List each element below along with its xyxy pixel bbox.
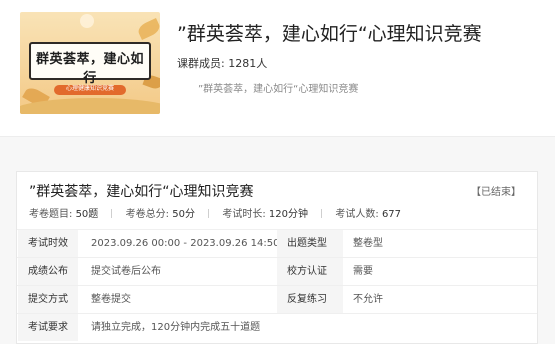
exam-requirement-label: 考试要求 xyxy=(18,314,78,341)
course-banner-image[interactable]: 群英荟萃，建心如行 心理健康知识竞赛 xyxy=(20,12,160,114)
repeat-practice-label: 反复练习 xyxy=(277,286,343,313)
meta-divider xyxy=(321,209,323,218)
submit-method-value: 整卷提交 xyxy=(91,294,131,305)
exam-title[interactable]: ”群英荟萃，建心如行“心理知识竞赛 xyxy=(29,181,254,201)
meta-participants-label: 考试人数: xyxy=(335,209,379,220)
exam-meta-row: 考卷题目: 50题 考卷总分: 50分 考试时长: 120分钟 考试人数: 67… xyxy=(29,205,411,220)
meta-questions-value: 50题 xyxy=(75,209,99,220)
exam-info-table: 考试时效 2023.09.26 00:00 - 2023.09.26 14:50… xyxy=(17,229,537,341)
exam-period-label: 考试时效 xyxy=(18,230,78,257)
meta-duration-value: 120分钟 xyxy=(268,209,308,220)
course-members: 课群成员: 1281人 xyxy=(177,55,267,71)
table-row: 考试时效 2023.09.26 00:00 - 2023.09.26 14:50… xyxy=(17,229,537,257)
score-publish-label: 成绩公布 xyxy=(18,258,78,285)
meta-questions: 考卷题目: 50题 xyxy=(29,205,98,220)
moon-decoration xyxy=(80,14,94,28)
meta-participants-value: 677 xyxy=(381,209,402,220)
banner-ribbon: 心理健康知识竞赛 xyxy=(54,85,126,95)
members-count: 1281人 xyxy=(228,57,268,70)
exam-period-value: 2023.09.26 00:00 - 2023.09.26 14:50 xyxy=(91,238,280,249)
members-label: 课群成员: xyxy=(177,57,225,70)
exam-card: ”群英荟萃，建心如行“心理知识竞赛 【已结束】 考卷题目: 50题 考卷总分: … xyxy=(16,171,538,344)
course-header: 群英荟萃，建心如行 心理健康知识竞赛 ”群英荟萃，建心如行“心理知识竞赛 课群成… xyxy=(0,0,555,137)
meta-score: 考卷总分: 50分 xyxy=(126,205,195,220)
meta-divider xyxy=(111,209,113,218)
banner-title: 群英荟萃，建心如行 xyxy=(35,52,144,86)
status-badge: 【已结束】 xyxy=(471,187,521,198)
banner-ribbon-text: 心理健康知识竞赛 xyxy=(65,85,114,92)
meta-participants: 考试人数: 677 xyxy=(335,205,401,220)
meta-score-label: 考卷总分: xyxy=(125,209,170,220)
table-row: 考试要求 请独立完成，120分钟内完成五十道题 xyxy=(17,313,537,341)
repeat-practice-value: 不允许 xyxy=(353,294,383,305)
meta-duration: 考试时长: 120分钟 xyxy=(222,205,308,220)
exam-requirement-value: 请独立完成，120分钟内完成五十道题 xyxy=(91,322,261,333)
page: 群英荟萃，建心如行 心理健康知识竞赛 ”群英荟萃，建心如行“心理知识竞赛 课群成… xyxy=(0,0,555,344)
question-type-value: 整卷型 xyxy=(353,238,383,249)
table-row: 成绩公布 提交试卷后公布 校方认证 需要 xyxy=(17,257,537,285)
school-certification-value: 需要 xyxy=(353,266,373,277)
submit-method-label: 提交方式 xyxy=(18,286,78,313)
course-title[interactable]: ”群英荟萃，建心如行“心理知识竞赛 xyxy=(177,19,482,46)
hill-decoration xyxy=(20,98,160,114)
school-certification-label: 校方认证 xyxy=(277,258,343,285)
leaf-decoration xyxy=(136,18,160,40)
meta-questions-label: 考卷题目: xyxy=(29,209,73,220)
score-publish-value: 提交试卷后公布 xyxy=(91,266,161,277)
meta-divider xyxy=(208,209,210,218)
table-row: 提交方式 整卷提交 反复练习 不允许 xyxy=(17,285,537,313)
meta-duration-label: 考试时长: xyxy=(222,209,266,220)
banner-title-box: 群英荟萃，建心如行 xyxy=(29,42,151,86)
meta-score-value: 50分 xyxy=(172,209,195,220)
question-type-label: 出题类型 xyxy=(277,230,343,257)
course-subtitle: ”群英荟萃，建心如行“心理知识竞赛 xyxy=(198,84,359,95)
